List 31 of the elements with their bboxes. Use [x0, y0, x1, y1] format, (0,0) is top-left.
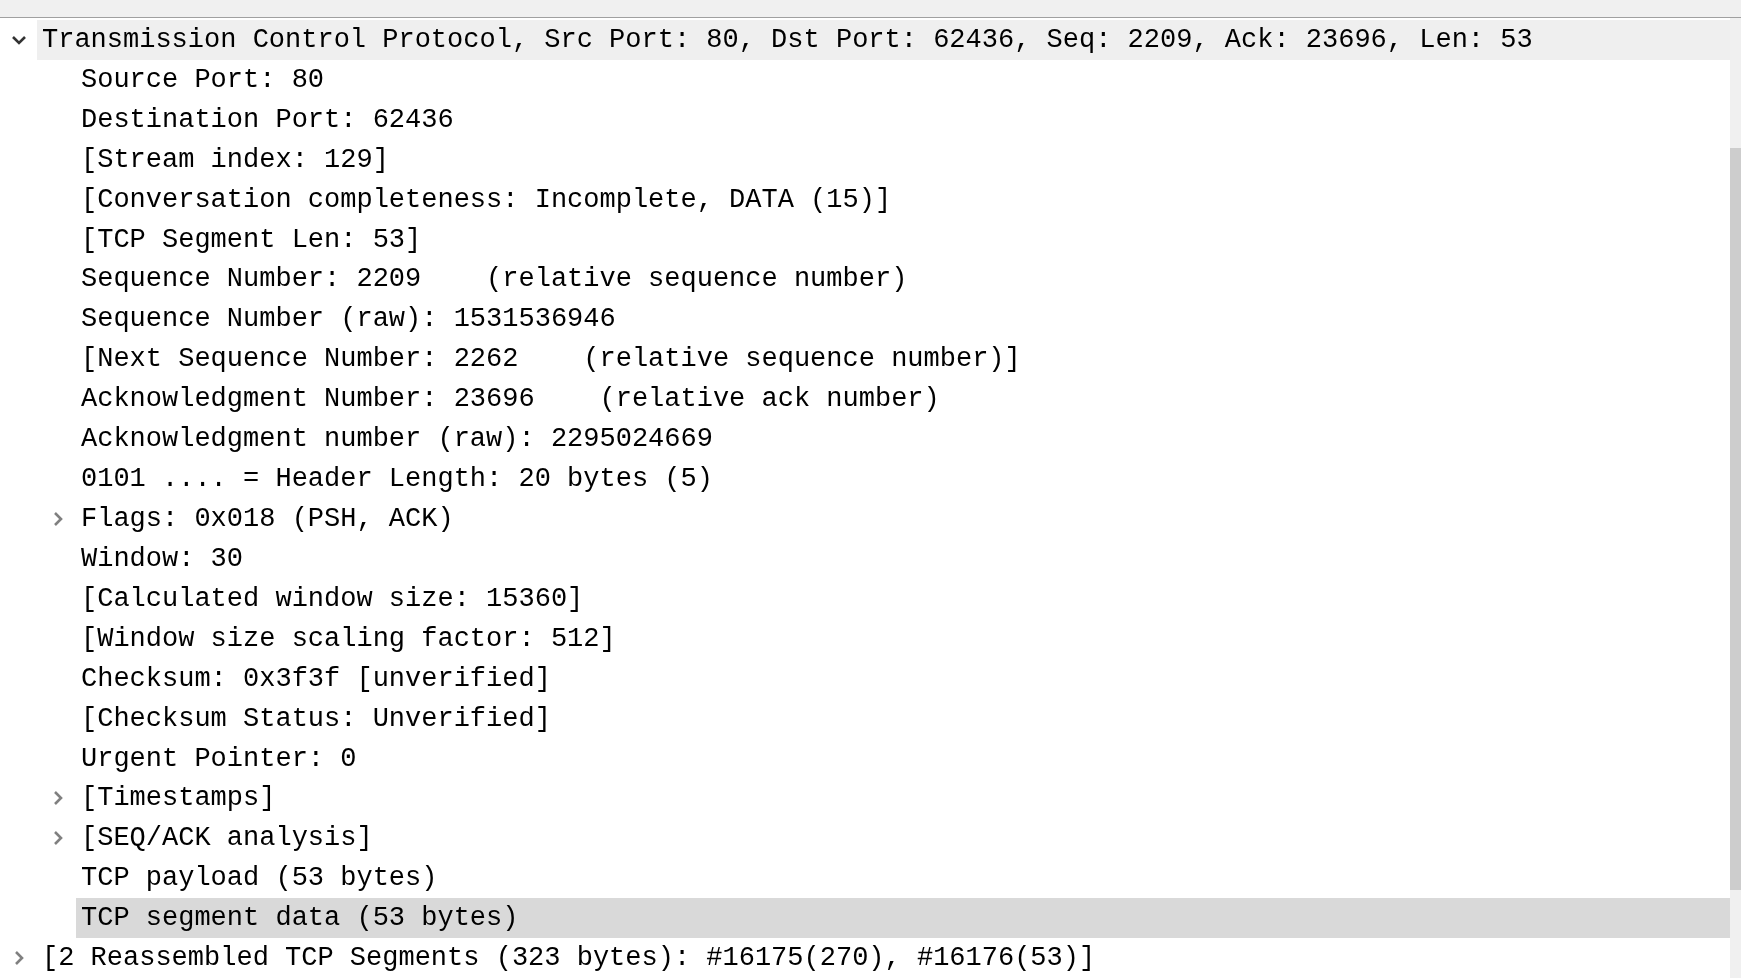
- tree-item[interactable]: [Calculated window size: 15360]: [76, 578, 1730, 619]
- tree-item[interactable]: [TCP Segment Len: 53]: [76, 219, 1730, 260]
- tree-item[interactable]: Transmission Control Protocol, Src Port: 80, Dst Port: 62436, Seq: 2209, Ack: 23696, Len: 53: [37, 20, 1730, 60]
- scrollbar-thumb[interactable]: [1730, 148, 1741, 890]
- tree-item[interactable]: [Checksum Status: Unverified]: [76, 698, 1730, 739]
- tree-item[interactable]: 0101 .... = Header Length: 20 bytes (5): [76, 459, 1730, 500]
- tree-item[interactable]: [Next Sequence Number: 2262 (relative sequence number)]: [76, 339, 1730, 380]
- tree-item[interactable]: Destination Port: 62436: [76, 99, 1730, 140]
- tree-item[interactable]: TCP payload (53 bytes): [76, 858, 1730, 899]
- chevron-right-icon[interactable]: [52, 511, 63, 527]
- tree-item[interactable]: Sequence Number: 2209 (relative sequence number): [76, 259, 1730, 300]
- chevron-down-icon[interactable]: [10, 34, 27, 45]
- chevron-right-icon[interactable]: [52, 830, 63, 847]
- tree-item[interactable]: Flags: 0x018 (PSH, ACK): [76, 499, 1730, 539]
- scrollbar[interactable]: [1730, 18, 1741, 978]
- tree-item[interactable]: Window: 30: [76, 539, 1730, 579]
- tree-item[interactable]: [Stream index: 129]: [76, 139, 1730, 180]
- tree-item[interactable]: [2 Reassembled TCP Segments (323 bytes): #16175(270), #16176(53)]: [37, 938, 1730, 978]
- tree-item[interactable]: Acknowledgment Number: 23696 (relative ack number): [76, 379, 1730, 420]
- tree-item[interactable]: TCP segment data (53 bytes): [76, 898, 1730, 939]
- tree-item[interactable]: Sequence Number (raw): 1531536946: [76, 299, 1730, 340]
- chevron-right-icon[interactable]: [52, 790, 63, 807]
- tree-item[interactable]: [Conversation completeness: Incomplete, DATA (15)]: [76, 179, 1730, 220]
- tree-item[interactable]: [Timestamps]: [76, 778, 1730, 819]
- tree-item[interactable]: Acknowledgment number (raw): 2295024669: [76, 419, 1730, 460]
- tree-item[interactable]: Urgent Pointer: 0: [76, 738, 1730, 779]
- tree-item[interactable]: [Window size scaling factor: 512]: [76, 618, 1730, 659]
- tree-item[interactable]: Source Port: 80: [76, 59, 1730, 100]
- chevron-right-icon[interactable]: [13, 950, 24, 967]
- tree-item[interactable]: Checksum: 0x3f3f [unverified]: [76, 658, 1730, 699]
- tree-item[interactable]: [SEQ/ACK analysis]: [76, 818, 1730, 859]
